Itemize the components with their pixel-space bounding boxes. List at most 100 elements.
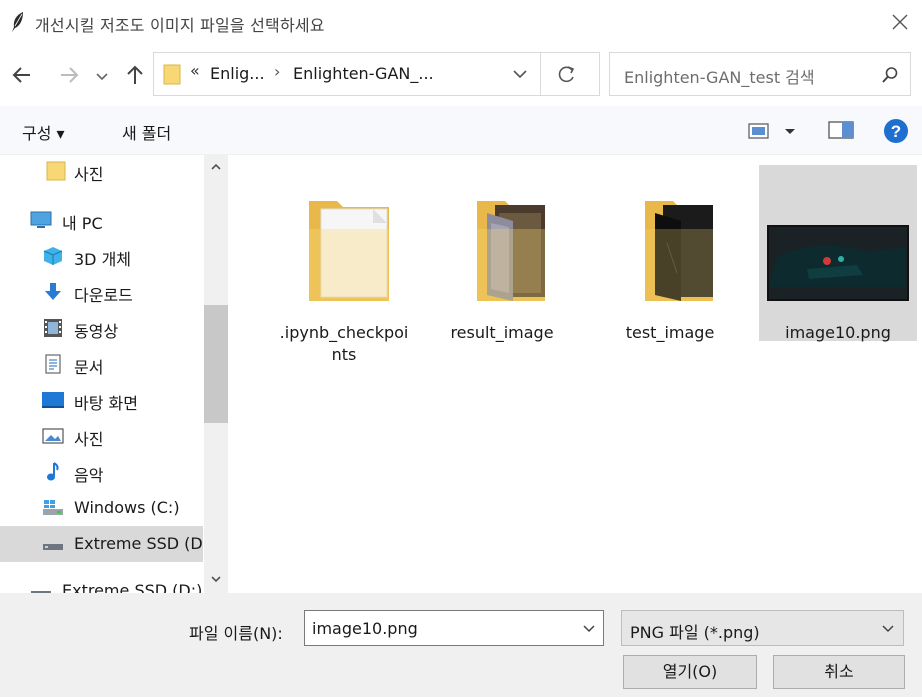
up-button[interactable] xyxy=(122,62,148,88)
view-options-icon xyxy=(748,123,795,139)
file-name: test_image xyxy=(625,323,715,342)
chevron-down-icon xyxy=(882,625,894,633)
search-icon xyxy=(882,67,898,83)
sidebar-item-pictures[interactable]: 사진 xyxy=(0,418,203,454)
filename-input[interactable]: image10.png xyxy=(304,610,604,646)
chevron-down-icon xyxy=(96,73,108,81)
address-bar[interactable]: « Enlig... › Enlighten-GAN_... xyxy=(153,52,600,96)
file-item-test-image[interactable]: test_image xyxy=(591,165,749,342)
search-placeholder: Enlighten-GAN_test 검색 xyxy=(624,68,815,87)
folder-images-icon xyxy=(477,201,545,301)
document-icon xyxy=(45,354,61,374)
music-icon xyxy=(47,462,59,481)
chevron-down-icon[interactable] xyxy=(581,620,597,636)
sidebar-item-label: Extreme SSD (D:) xyxy=(62,581,203,593)
forward-button[interactable] xyxy=(56,62,82,88)
preview-pane-icon xyxy=(828,121,854,139)
chevron-up-icon[interactable] xyxy=(210,161,222,173)
sidebar-item-windows-c[interactable]: Windows (C:) xyxy=(0,490,203,526)
close-icon xyxy=(892,14,908,30)
sidebar-item-label: Windows (C:) xyxy=(74,498,180,517)
sidebar-item-label: 3D 개체 xyxy=(74,250,132,269)
filename-value: image10.png xyxy=(312,619,418,638)
image-thumbnail xyxy=(767,225,909,301)
title-bar: 개선시킬 저조도 이미지 파일을 선택하세요 xyxy=(0,0,922,46)
sidebar-item-label: 동영상 xyxy=(74,322,119,341)
arrow-right-icon xyxy=(61,67,79,83)
breadcrumb-item[interactable]: Enlighten-GAN_... xyxy=(293,64,434,83)
recent-locations-button[interactable] xyxy=(94,66,110,86)
organize-button[interactable]: 구성 ▾ xyxy=(22,120,65,144)
3d-objects-icon xyxy=(43,247,63,265)
feather-icon xyxy=(12,12,23,32)
scrollbar-thumb[interactable] xyxy=(204,305,228,423)
divider xyxy=(540,53,541,95)
arrow-left-icon xyxy=(12,67,30,83)
file-type-value: PNG 파일 (*.png) xyxy=(630,623,760,642)
sidebar-item-label: 음악 xyxy=(74,466,104,485)
arrow-up-icon xyxy=(127,65,143,84)
address-dropdown-button[interactable] xyxy=(508,63,532,85)
close-button[interactable] xyxy=(884,6,916,38)
folder-icon xyxy=(309,201,389,301)
sidebar-item-pictures-quick[interactable]: 사진 xyxy=(0,155,203,189)
refresh-button[interactable] xyxy=(552,63,582,85)
sidebar-item-desktop[interactable]: 바탕 화면 xyxy=(0,382,203,418)
file-name-line: .ipynb_checkpoi xyxy=(279,323,409,342)
sidebar-item-label: Extreme SSD (D xyxy=(74,534,203,553)
help-icon: ? xyxy=(884,119,908,143)
preview-pane-button[interactable] xyxy=(828,120,854,140)
dialog-footer: 파일 이름(N): image10.png PNG 파일 (*.png) 열기(… xyxy=(0,593,922,697)
breadcrumb-item[interactable]: Enlig... xyxy=(210,64,265,83)
sidebar-item-label: 내 PC xyxy=(62,214,103,233)
sidebar-item-videos[interactable]: 동영상 xyxy=(0,310,203,346)
file-name-line: nts xyxy=(331,345,357,364)
sidebar-item-music[interactable]: 음악 xyxy=(0,454,203,490)
sidebar-item-label: 바탕 화면 xyxy=(74,394,138,413)
sidebar-item-downloads[interactable]: 다운로드 xyxy=(0,274,203,310)
help-button[interactable]: ? xyxy=(883,118,909,144)
open-button[interactable]: 열기(O) xyxy=(623,655,757,689)
back-button[interactable] xyxy=(10,62,36,88)
video-icon xyxy=(44,319,62,337)
chevron-down-icon[interactable] xyxy=(210,573,222,585)
folder-images-icon xyxy=(645,201,713,301)
file-item-ipynb-checkpoints[interactable]: .ipynb_checkpoi nts xyxy=(265,165,423,364)
folder-icon xyxy=(46,161,66,181)
chevron-down-icon xyxy=(513,70,527,79)
drive-icon xyxy=(43,544,63,550)
sidebar-item-label: 사진 xyxy=(74,165,104,184)
sidebar-item-label: 다운로드 xyxy=(74,286,133,305)
file-item-image10-png[interactable]: image10.png xyxy=(759,165,917,342)
file-type-select[interactable]: PNG 파일 (*.png) xyxy=(621,610,904,646)
change-view-button[interactable] xyxy=(748,120,800,142)
search-field[interactable]: Enlighten-GAN_test 검색 xyxy=(609,52,911,96)
file-name: result_image xyxy=(450,323,554,342)
sidebar-item-extreme-ssd-2[interactable]: Extreme SSD (D:) xyxy=(0,573,203,593)
file-list[interactable]: .ipynb_checkpoi nts result_image test_im… xyxy=(229,155,922,593)
new-folder-button[interactable]: 새 폴더 xyxy=(122,120,171,144)
navigation-pane: 사진 내 PC 3D 개체 다운로드 동영상 문서 바탕 화면 사진 음악 Wi… xyxy=(0,155,228,593)
sidebar-item-this-pc[interactable]: 내 PC xyxy=(0,202,203,238)
command-toolbar: 구성 ▾ 새 폴더 ? xyxy=(0,106,922,155)
sidebar-item-label: 문서 xyxy=(74,358,104,377)
filename-label: 파일 이름(N): xyxy=(189,624,283,643)
cancel-button[interactable]: 취소 xyxy=(773,655,905,689)
file-item-result-image[interactable]: result_image xyxy=(423,165,581,342)
sidebar-item-extreme-ssd[interactable]: Extreme SSD (D xyxy=(0,526,203,562)
desktop-icon xyxy=(42,392,64,408)
navigation-scrollbar[interactable] xyxy=(204,155,228,593)
refresh-icon xyxy=(558,66,575,83)
sidebar-item-label: 사진 xyxy=(74,430,104,449)
pictures-icon xyxy=(42,428,64,444)
sidebar-item-documents[interactable]: 문서 xyxy=(0,346,203,382)
svg-text:?: ? xyxy=(891,122,901,141)
overflow-chevron[interactable]: « xyxy=(190,61,200,80)
file-name: .ipynb_checkpoi nts xyxy=(265,322,423,366)
file-name: image10.png xyxy=(785,323,891,342)
windows-drive-icon xyxy=(43,500,63,515)
pc-icon xyxy=(30,211,52,228)
breadcrumb-separator[interactable]: › xyxy=(274,62,280,81)
window-title: 개선시킬 저조도 이미지 파일을 선택하세요 xyxy=(35,16,325,35)
sidebar-item-3d-objects[interactable]: 3D 개체 xyxy=(0,238,203,274)
